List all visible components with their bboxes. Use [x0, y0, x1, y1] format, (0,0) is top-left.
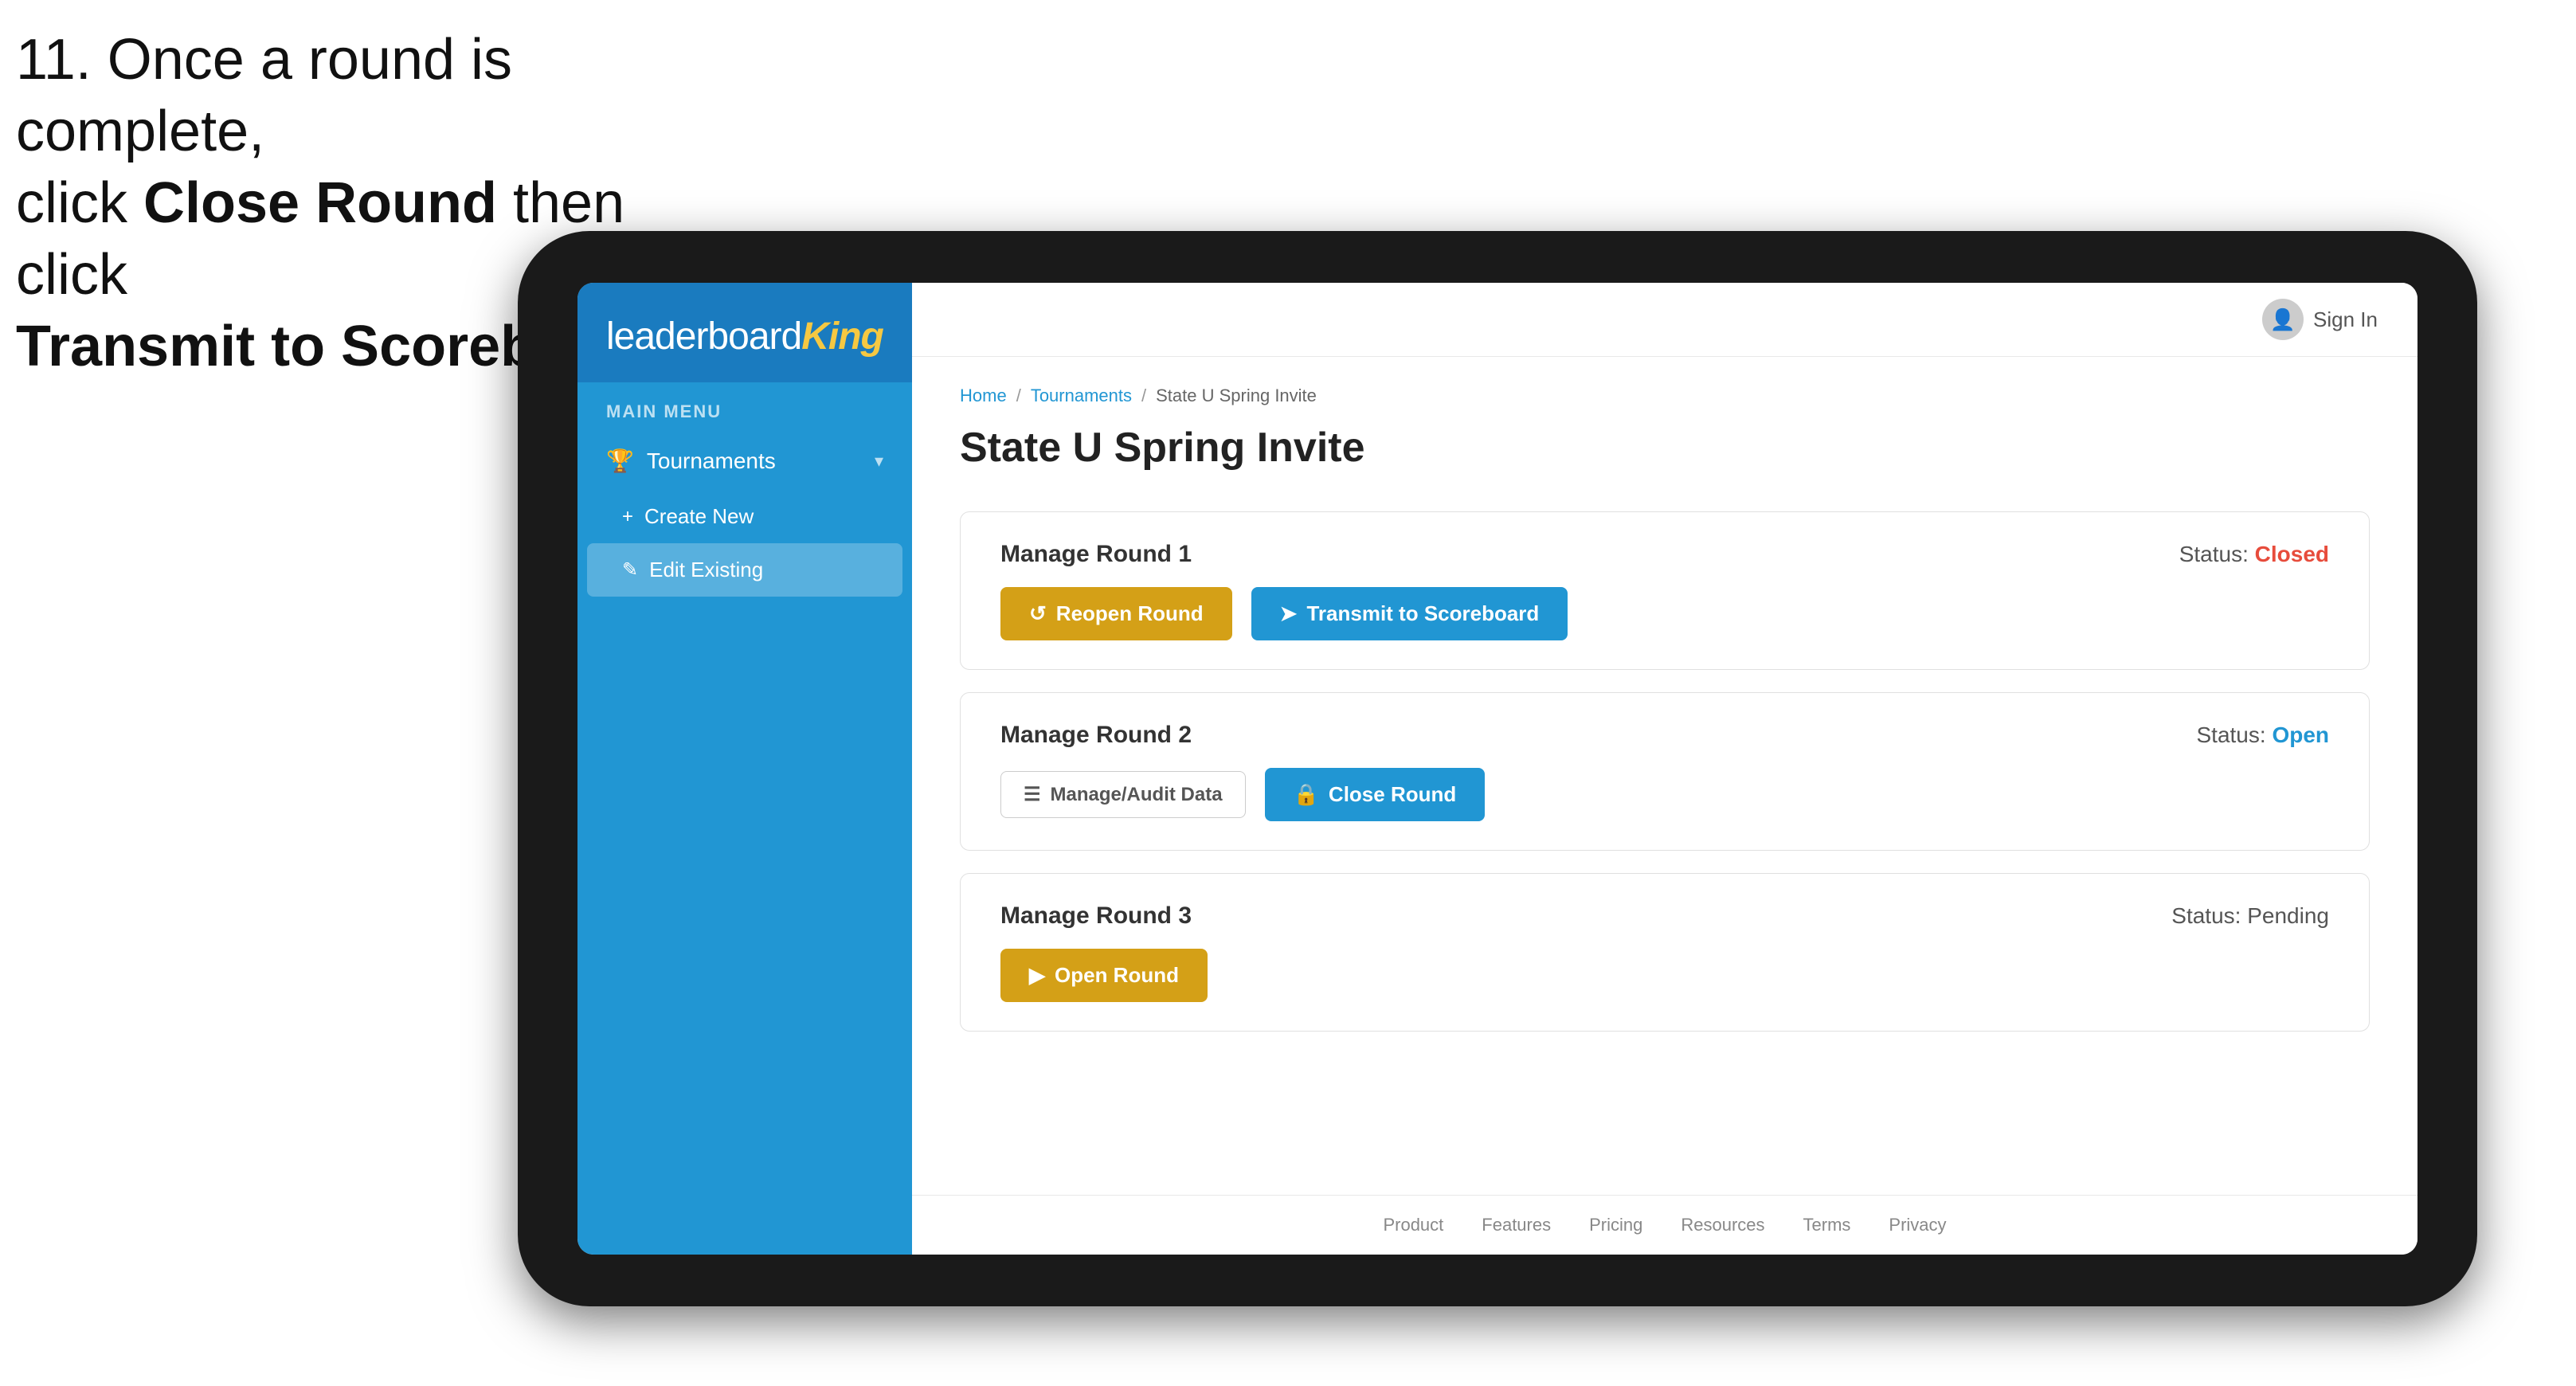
- footer-link-privacy[interactable]: Privacy: [1889, 1215, 1946, 1235]
- round-2-status: Status: Open: [2196, 722, 2329, 748]
- footer-link-terms[interactable]: Terms: [1803, 1215, 1851, 1235]
- round-3-title: Manage Round 3: [1000, 902, 1192, 930]
- round-2-section: Manage Round 2 Status: Open ☰ Manage/Aud…: [960, 692, 2370, 851]
- manage-audit-button[interactable]: ☰ Manage/Audit Data: [1000, 771, 1246, 818]
- breadcrumb-current: State U Spring Invite: [1156, 386, 1317, 406]
- plus-icon: +: [622, 506, 633, 528]
- round-1-status-value: Closed: [2255, 542, 2329, 566]
- sign-in-button[interactable]: 👤 Sign In: [2262, 299, 2378, 340]
- transmit-icon: ➤: [1280, 601, 1298, 626]
- sidebar: leaderboardKing MAIN MENU 🏆 Tournaments …: [577, 283, 912, 1255]
- trophy-icon: 🏆: [606, 448, 634, 474]
- open-round-icon: ▶: [1029, 963, 1045, 988]
- breadcrumb-sep2: /: [1141, 386, 1146, 406]
- breadcrumb: Home / Tournaments / State U Spring Invi…: [960, 386, 2370, 406]
- tablet-screen: leaderboardKing MAIN MENU 🏆 Tournaments …: [577, 283, 2417, 1255]
- lock-icon: 🔒: [1294, 782, 1319, 807]
- footer-link-resources[interactable]: Resources: [1681, 1215, 1764, 1235]
- reopen-icon: ↺: [1029, 601, 1047, 626]
- open-round-button[interactable]: ▶ Open Round: [1000, 949, 1208, 1002]
- round-1-title: Manage Round 1: [1000, 541, 1192, 568]
- sign-in-label: Sign In: [2313, 307, 2378, 332]
- round-1-section: Manage Round 1 Status: Closed ↺ Reopen R…: [960, 511, 2370, 670]
- sidebar-item-create-new[interactable]: + Create New: [577, 490, 912, 543]
- logo-king: King: [801, 315, 883, 358]
- round-3-status: Status: Pending: [2171, 903, 2329, 929]
- main-content: 👤 Sign In Home / Tournaments / State U S…: [912, 283, 2417, 1255]
- footer-link-features[interactable]: Features: [1482, 1215, 1551, 1235]
- top-bar: 👤 Sign In: [912, 283, 2417, 357]
- transmit-scoreboard-button[interactable]: ➤ Transmit to Scoreboard: [1251, 587, 1568, 640]
- breadcrumb-tournaments[interactable]: Tournaments: [1031, 386, 1132, 406]
- instruction-bold1: Close Round: [143, 171, 497, 235]
- round-3-actions: ▶ Open Round: [1000, 949, 2329, 1002]
- close-round-button[interactable]: 🔒 Close Round: [1265, 768, 1486, 821]
- logo: leaderboardKing: [606, 315, 883, 358]
- round-2-status-value: Open: [2272, 722, 2329, 747]
- round-3-section: Manage Round 3 Status: Pending ▶ Open Ro…: [960, 873, 2370, 1032]
- main-menu-label: MAIN MENU: [577, 382, 912, 432]
- round-3-status-value: Pending: [2247, 903, 2329, 928]
- content-area: Home / Tournaments / State U Spring Invi…: [912, 357, 2417, 1195]
- tablet-device: leaderboardKing MAIN MENU 🏆 Tournaments …: [518, 231, 2477, 1306]
- avatar: 👤: [2262, 299, 2304, 340]
- footer: Product Features Pricing Resources Terms…: [912, 1195, 2417, 1255]
- page-title: State U Spring Invite: [960, 424, 2370, 472]
- reopen-round-button[interactable]: ↺ Reopen Round: [1000, 587, 1232, 640]
- breadcrumb-sep1: /: [1016, 386, 1021, 406]
- edit-icon: ✎: [622, 558, 638, 581]
- round-1-actions: ↺ Reopen Round ➤ Transmit to Scoreboard: [1000, 587, 2329, 640]
- sidebar-item-edit-existing[interactable]: ✎ Edit Existing: [587, 543, 902, 597]
- edit-existing-label: Edit Existing: [649, 558, 763, 582]
- instruction-line2: click: [16, 171, 143, 235]
- sidebar-tournaments-label: Tournaments: [647, 448, 875, 474]
- footer-link-product[interactable]: Product: [1383, 1215, 1443, 1235]
- footer-link-pricing[interactable]: Pricing: [1589, 1215, 1642, 1235]
- round-2-actions: ☰ Manage/Audit Data 🔒 Close Round: [1000, 768, 2329, 821]
- sidebar-item-tournaments[interactable]: 🏆 Tournaments ▾: [577, 432, 912, 490]
- breadcrumb-home[interactable]: Home: [960, 386, 1007, 406]
- chevron-down-icon: ▾: [875, 451, 883, 472]
- round-2-title: Manage Round 2: [1000, 722, 1192, 749]
- round-1-status: Status: Closed: [2179, 542, 2329, 567]
- create-new-label: Create New: [644, 504, 754, 529]
- instruction-line1: 11. Once a round is complete,: [16, 28, 512, 163]
- sidebar-logo: leaderboardKing: [577, 283, 912, 382]
- audit-icon: ☰: [1024, 783, 1041, 806]
